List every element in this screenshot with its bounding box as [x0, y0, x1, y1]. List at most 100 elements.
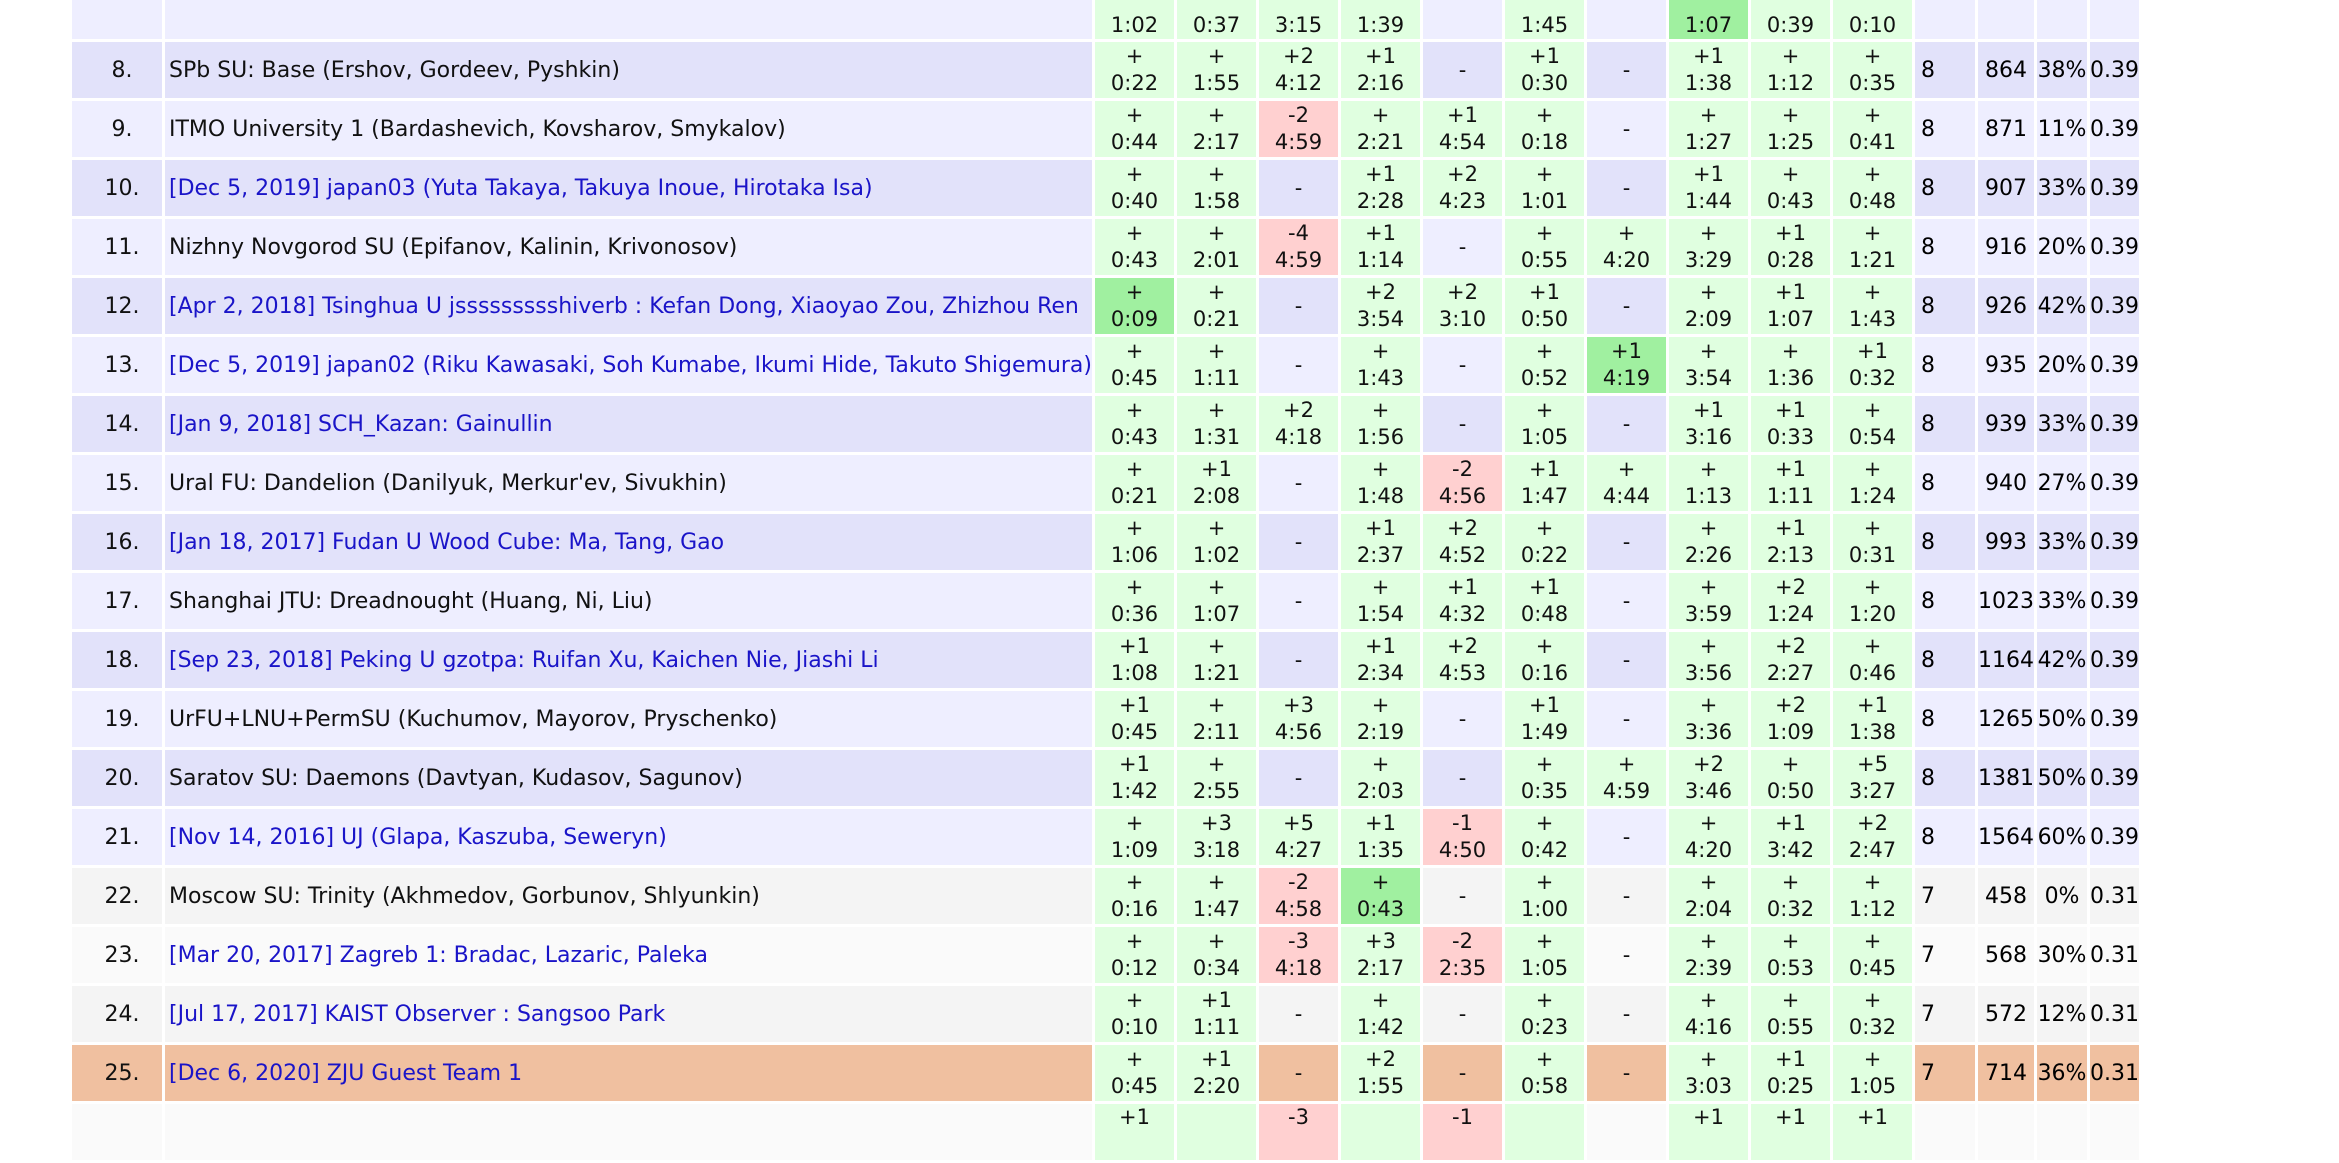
- problem-time: 3:15: [1274, 13, 1323, 37]
- penalty-time: 993: [1978, 514, 2035, 570]
- problem-cell: +1: [1833, 1104, 1913, 1160]
- problem-time: 0:48: [1848, 189, 1897, 213]
- team-link[interactable]: [Jul 17, 2017] KAIST Observer : Sangsoo …: [169, 1002, 665, 1027]
- team-cell: [165, 1104, 1093, 1160]
- problem-cell: +3 3:18: [1177, 809, 1257, 865]
- problem-cell: +1 2:37: [1341, 514, 1421, 570]
- problem-time: 2:11: [1192, 720, 1241, 744]
- problem-cell: +0:44: [1095, 101, 1175, 157]
- problem-attempts: +: [1125, 988, 1144, 1012]
- problem-time: 0:37: [1192, 13, 1241, 37]
- problem-dash: -: [1458, 1061, 1467, 1085]
- problem-attempts: +: [1125, 516, 1144, 540]
- problem-cell: +1:25: [1751, 101, 1831, 157]
- problem-attempts: +: [1371, 103, 1390, 127]
- problem-time: 0:55: [1520, 248, 1569, 272]
- team-link[interactable]: [Jan 18, 2017] Fudan U Wood Cube: Ma, Ta…: [169, 530, 724, 555]
- problem-cell: -2 4:58: [1259, 868, 1339, 924]
- team-cell: Shanghai JTU: Dreadnought (Huang, Ni, Li…: [165, 573, 1093, 629]
- table-row: 23. [Mar 20, 2017] Zagreb 1: Bradac, Laza…: [72, 927, 2139, 983]
- pen-cell: [1978, 1104, 2035, 1160]
- table-row: 11. Nizhny Novgorod SU (Epifanov, Kalinin…: [72, 219, 2139, 275]
- problem-cell: +0:09: [1095, 278, 1175, 334]
- team-link[interactable]: [Dec 6, 2020] ZJU Guest Team 1: [169, 1061, 522, 1086]
- problem-cell: +0:12: [1095, 927, 1175, 983]
- dirt-value: 0.39: [2090, 337, 2139, 393]
- table-row: 8. SPb SU: Base (Ershov, Gordeev, Pyshkin…: [72, 42, 2139, 98]
- problem-dash: -: [1294, 766, 1303, 790]
- problem-cell: +0:21: [1177, 278, 1257, 334]
- problem-cell: -: [1259, 986, 1339, 1042]
- problem-time: 0:35: [1848, 71, 1897, 95]
- penalty-time: 1023: [1978, 573, 2035, 629]
- penalty-time: 1564: [1978, 809, 2035, 865]
- problem-attempts: +: [1781, 752, 1800, 776]
- problem-cell: -: [1587, 868, 1667, 924]
- team-cell: SPb SU: Base (Ershov, Gordeev, Pyshkin): [165, 42, 1093, 98]
- team-link[interactable]: [Mar 20, 2017] Zagreb 1: Bradac, Lazaric…: [169, 943, 708, 968]
- problem-time: 3:54: [1684, 366, 1733, 390]
- rank-cell: 22.: [72, 868, 162, 924]
- team-cell: [Mar 20, 2017] Zagreb 1: Bradac, Lazaric…: [165, 927, 1093, 983]
- problem-cell: +0:40: [1095, 160, 1175, 216]
- problem-cell: +1:21: [1177, 632, 1257, 688]
- problem-cell: -: [1587, 396, 1667, 452]
- problem-attempts: +: [1207, 575, 1226, 599]
- problem-attempts: +: [1535, 634, 1554, 658]
- problem-attempts: +: [1371, 339, 1390, 363]
- team-link[interactable]: [Dec 5, 2019] japan02 (Riku Kawasaki, So…: [169, 353, 1092, 378]
- problem-time: 1:07: [1192, 602, 1241, 626]
- problem-cell: +1:43: [1833, 278, 1913, 334]
- problem-attempts: +2: [1365, 280, 1396, 304]
- dirt-value: 0.39: [2090, 750, 2139, 806]
- team-link[interactable]: [Nov 14, 2016] UJ (Glapa, Kaszuba, Sewer…: [169, 825, 667, 850]
- problem-attempts: +: [1699, 516, 1718, 540]
- problem-time: 1:58: [1192, 189, 1241, 213]
- problem-attempts: [1833, 0, 1912, 12]
- problem-cell: +1 4:54: [1423, 101, 1503, 157]
- problem-attempts: +: [1699, 811, 1718, 835]
- rank-cell: 18.: [72, 632, 162, 688]
- problem-cell: +2 4:52: [1423, 514, 1503, 570]
- problem-attempts: +: [1863, 221, 1882, 245]
- problem-time: 0:41: [1848, 130, 1897, 154]
- problem-attempts: +: [1125, 44, 1144, 68]
- problem-time: 1:39: [1356, 13, 1405, 37]
- problem-attempts: +: [1535, 221, 1554, 245]
- team-link[interactable]: [Dec 5, 2019] japan03 (Yuta Takaya, Taku…: [169, 176, 873, 201]
- problem-attempts: +: [1863, 103, 1882, 127]
- solved-count: 8: [1915, 691, 1976, 747]
- problem-dash: -: [1622, 884, 1631, 908]
- problem-cell: -: [1259, 632, 1339, 688]
- rank-cell: 23.: [72, 927, 162, 983]
- problem-dash: -: [1294, 589, 1303, 613]
- problem-attempts: [1505, 1104, 1584, 1131]
- problem-cell: +2 3:46: [1669, 750, 1749, 806]
- problem-cell: +0:34: [1177, 927, 1257, 983]
- problem-attempts: [1505, 0, 1584, 12]
- problem-attempts: +1: [1365, 221, 1396, 245]
- problem-attempts: +2: [1775, 634, 1806, 658]
- problem-time: 4:58: [1274, 897, 1323, 921]
- problem-attempts: +: [1863, 516, 1882, 540]
- problem-time: 0:43: [1110, 425, 1159, 449]
- problem-attempts: +: [1699, 339, 1718, 363]
- table-row: 12. [Apr 2, 2018] Tsinghua U jssssssssshi…: [72, 278, 2139, 334]
- problem-attempts: +: [1207, 162, 1226, 186]
- reject-rate: 33%: [2037, 160, 2088, 216]
- problem-cell: +1 0:28: [1751, 219, 1831, 275]
- problem-time: 0:45: [1110, 366, 1159, 390]
- problem-time: 2:39: [1684, 956, 1733, 980]
- problem-cell: +0:41: [1833, 101, 1913, 157]
- team-cell: [Jan 9, 2018] SCH_Kazan: Gainullin: [165, 396, 1093, 452]
- problem-cell: +1 2:34: [1341, 632, 1421, 688]
- problem-time: 1:12: [1848, 897, 1897, 921]
- team-cell: [Jan 18, 2017] Fudan U Wood Cube: Ma, Ta…: [165, 514, 1093, 570]
- problem-attempts: +3: [1201, 811, 1232, 835]
- team-link[interactable]: [Apr 2, 2018] Tsinghua U jssssssssshiver…: [169, 294, 1079, 319]
- team-link[interactable]: [Jan 9, 2018] SCH_Kazan: Gainullin: [169, 412, 553, 437]
- problem-time: 0:31: [1848, 543, 1897, 567]
- team-link[interactable]: [Sep 23, 2018] Peking U gzotpa: Ruifan X…: [169, 648, 879, 673]
- problem-attempts: +: [1699, 1047, 1718, 1071]
- problem-attempts: +: [1863, 1047, 1882, 1071]
